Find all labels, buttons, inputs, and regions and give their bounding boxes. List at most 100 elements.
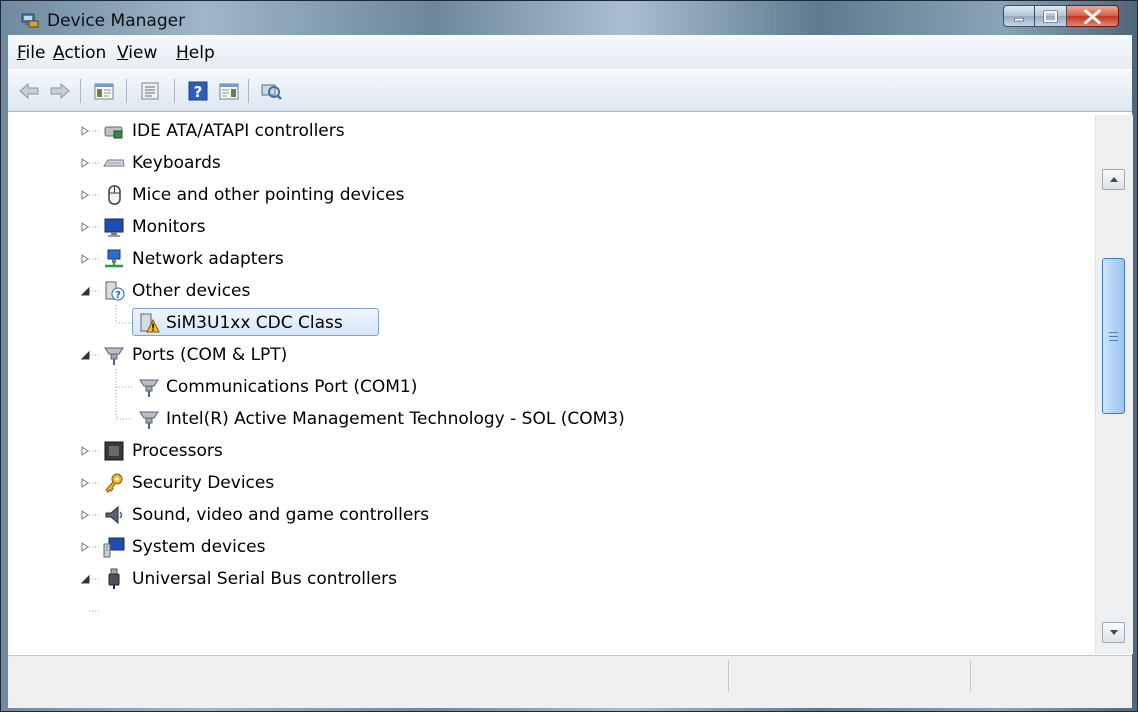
toolbar: ? <box>8 71 1132 112</box>
expand-arrow-icon[interactable] <box>79 221 91 233</box>
tree-item-label: IDE ATA/ATAPI controllers <box>132 121 345 141</box>
device-manager-window: Device Manager File Action View Help ? I… <box>0 0 1138 712</box>
tree-item-usb-controllers[interactable]: Universal Serial Bus controllers <box>8 563 1094 595</box>
unknown-device-icon: ? <box>105 281 125 301</box>
scan-hardware-icon[interactable] <box>259 79 283 103</box>
tree-item-system-devices[interactable]: System devices <box>8 531 1094 563</box>
expand-arrow-icon[interactable] <box>79 157 91 169</box>
status-pane <box>728 660 969 692</box>
scroll-down-button[interactable] <box>1102 622 1125 643</box>
tree-item-processors[interactable]: Processors <box>8 435 1094 467</box>
tree-item-com3[interactable]: Intel(R) Active Management Technology - … <box>8 403 1094 435</box>
ide-controller-icon <box>104 126 123 139</box>
tree-item-label: Intel(R) Active Management Technology - … <box>166 409 625 429</box>
system-device-icon <box>103 537 125 558</box>
tree-item-label: Processors <box>132 441 223 461</box>
expand-arrow-icon[interactable] <box>79 189 91 201</box>
security-key-icon <box>105 473 123 493</box>
tree-item-sim3u1xx-cdc-class[interactable]: SiM3U1xx CDC Class <box>8 307 1094 339</box>
collapse-arrow-icon[interactable] <box>79 349 91 361</box>
tree-item-label: Keyboards <box>132 153 221 173</box>
expand-arrow-icon[interactable] <box>79 125 91 137</box>
usb-icon <box>108 568 120 589</box>
scroll-up-arrow-icon <box>1109 177 1118 182</box>
tree-item-ports[interactable]: Ports (COM & LPT) <box>8 339 1094 371</box>
tree-item-com1[interactable]: Communications Port (COM1) <box>8 371 1094 403</box>
menu-action[interactable]: Action <box>53 43 106 63</box>
show-hide-console-tree-icon[interactable] <box>92 79 116 103</box>
properties-icon[interactable] <box>138 79 162 103</box>
tree-item-label: Monitors <box>132 217 206 237</box>
svg-text:?: ? <box>194 83 203 101</box>
tree-item-label: Mice and other pointing devices <box>132 185 405 205</box>
menu-file-accel: F <box>17 43 26 63</box>
tree-item-label: Security Devices <box>132 473 275 493</box>
toolbar-separator <box>126 79 127 103</box>
device-tree: IDE ATA/ATAPI controllers Keyboards Mice… <box>8 115 1094 654</box>
help-icon[interactable]: ? <box>186 79 210 103</box>
tree-item-label: Universal Serial Bus controllers <box>132 569 398 589</box>
status-bar <box>8 655 1132 708</box>
expand-arrow-icon[interactable] <box>79 253 91 265</box>
tree-item-label: Ports (COM & LPT) <box>132 345 288 365</box>
menu-view[interactable]: View <box>117 43 157 63</box>
keyboard-icon <box>103 159 125 167</box>
menu-action-accel: A <box>53 43 65 63</box>
title-bar[interactable]: Device Manager <box>1 1 1138 35</box>
monitor-icon <box>104 218 124 237</box>
action-pane-icon[interactable] <box>217 79 241 103</box>
maximize-button[interactable] <box>1035 5 1067 27</box>
menu-help-label: elp <box>188 43 215 63</box>
mouse-icon <box>108 185 121 205</box>
network-adapter-icon <box>105 249 123 268</box>
port-icon <box>104 347 124 365</box>
tree-item-mice[interactable]: Mice and other pointing devices <box>8 179 1094 211</box>
menu-help[interactable]: Help <box>176 43 215 63</box>
vertical-scrollbar[interactable] <box>1095 115 1133 654</box>
tree-item-other-devices[interactable]: ? Other devices <box>8 275 1094 307</box>
tree-item-ide-ata-atapi-controllers[interactable]: IDE ATA/ATAPI controllers <box>8 115 1094 147</box>
maximize-icon <box>1043 10 1058 23</box>
close-button[interactable] <box>1067 5 1119 27</box>
minimize-icon <box>1014 17 1024 22</box>
device-manager-icon <box>21 13 39 28</box>
menu-bar: File Action View Help <box>8 35 1132 69</box>
tree-item-label: System devices <box>132 537 266 557</box>
toolbar-separator <box>80 79 81 103</box>
expand-arrow-icon[interactable] <box>79 477 91 489</box>
client-area: File Action View Help ? IDE ATA/ATAPI co… <box>8 35 1133 708</box>
tree-item-keyboards[interactable]: Keyboards <box>8 147 1094 179</box>
forward-arrow-icon[interactable] <box>48 79 72 103</box>
speaker-icon <box>105 505 123 525</box>
tree-item-security-devices[interactable]: Security Devices <box>8 467 1094 499</box>
scroll-thumb[interactable] <box>1102 258 1125 414</box>
minimize-button[interactable] <box>1003 5 1035 27</box>
status-pane <box>970 660 1131 692</box>
tree-item-network-adapters[interactable]: Network adapters <box>8 243 1094 275</box>
tree-item-sound-video-game[interactable]: Sound, video and game controllers <box>8 499 1094 531</box>
back-arrow-icon[interactable] <box>17 79 41 103</box>
toolbar-separator <box>174 79 175 103</box>
tree-item-monitors[interactable]: Monitors <box>8 211 1094 243</box>
window-controls <box>1003 5 1119 27</box>
collapse-arrow-icon[interactable] <box>79 285 91 297</box>
close-icon <box>1084 9 1101 25</box>
menu-file[interactable]: File <box>17 43 45 63</box>
scroll-grip-icon <box>1109 331 1118 341</box>
scroll-down-arrow-icon <box>1109 630 1118 635</box>
collapse-arrow-icon[interactable] <box>79 573 91 585</box>
menu-action-label: ction <box>64 43 107 63</box>
port-icon <box>139 411 159 429</box>
tree-item-label: Sound, video and game controllers <box>132 505 430 525</box>
scroll-up-button[interactable] <box>1102 169 1125 190</box>
tree-item-label: Network adapters <box>132 249 284 269</box>
menu-file-label: ile <box>25 43 46 63</box>
expand-arrow-icon[interactable] <box>79 541 91 553</box>
tree-item-label: SiM3U1xx CDC Class <box>166 313 343 333</box>
expand-arrow-icon[interactable] <box>79 509 91 521</box>
processor-icon <box>104 441 124 461</box>
expand-arrow-icon[interactable] <box>79 445 91 457</box>
toolbar-separator <box>248 79 249 103</box>
tree-item-label: Other devices <box>132 281 251 301</box>
menu-view-label: iew <box>128 43 158 63</box>
